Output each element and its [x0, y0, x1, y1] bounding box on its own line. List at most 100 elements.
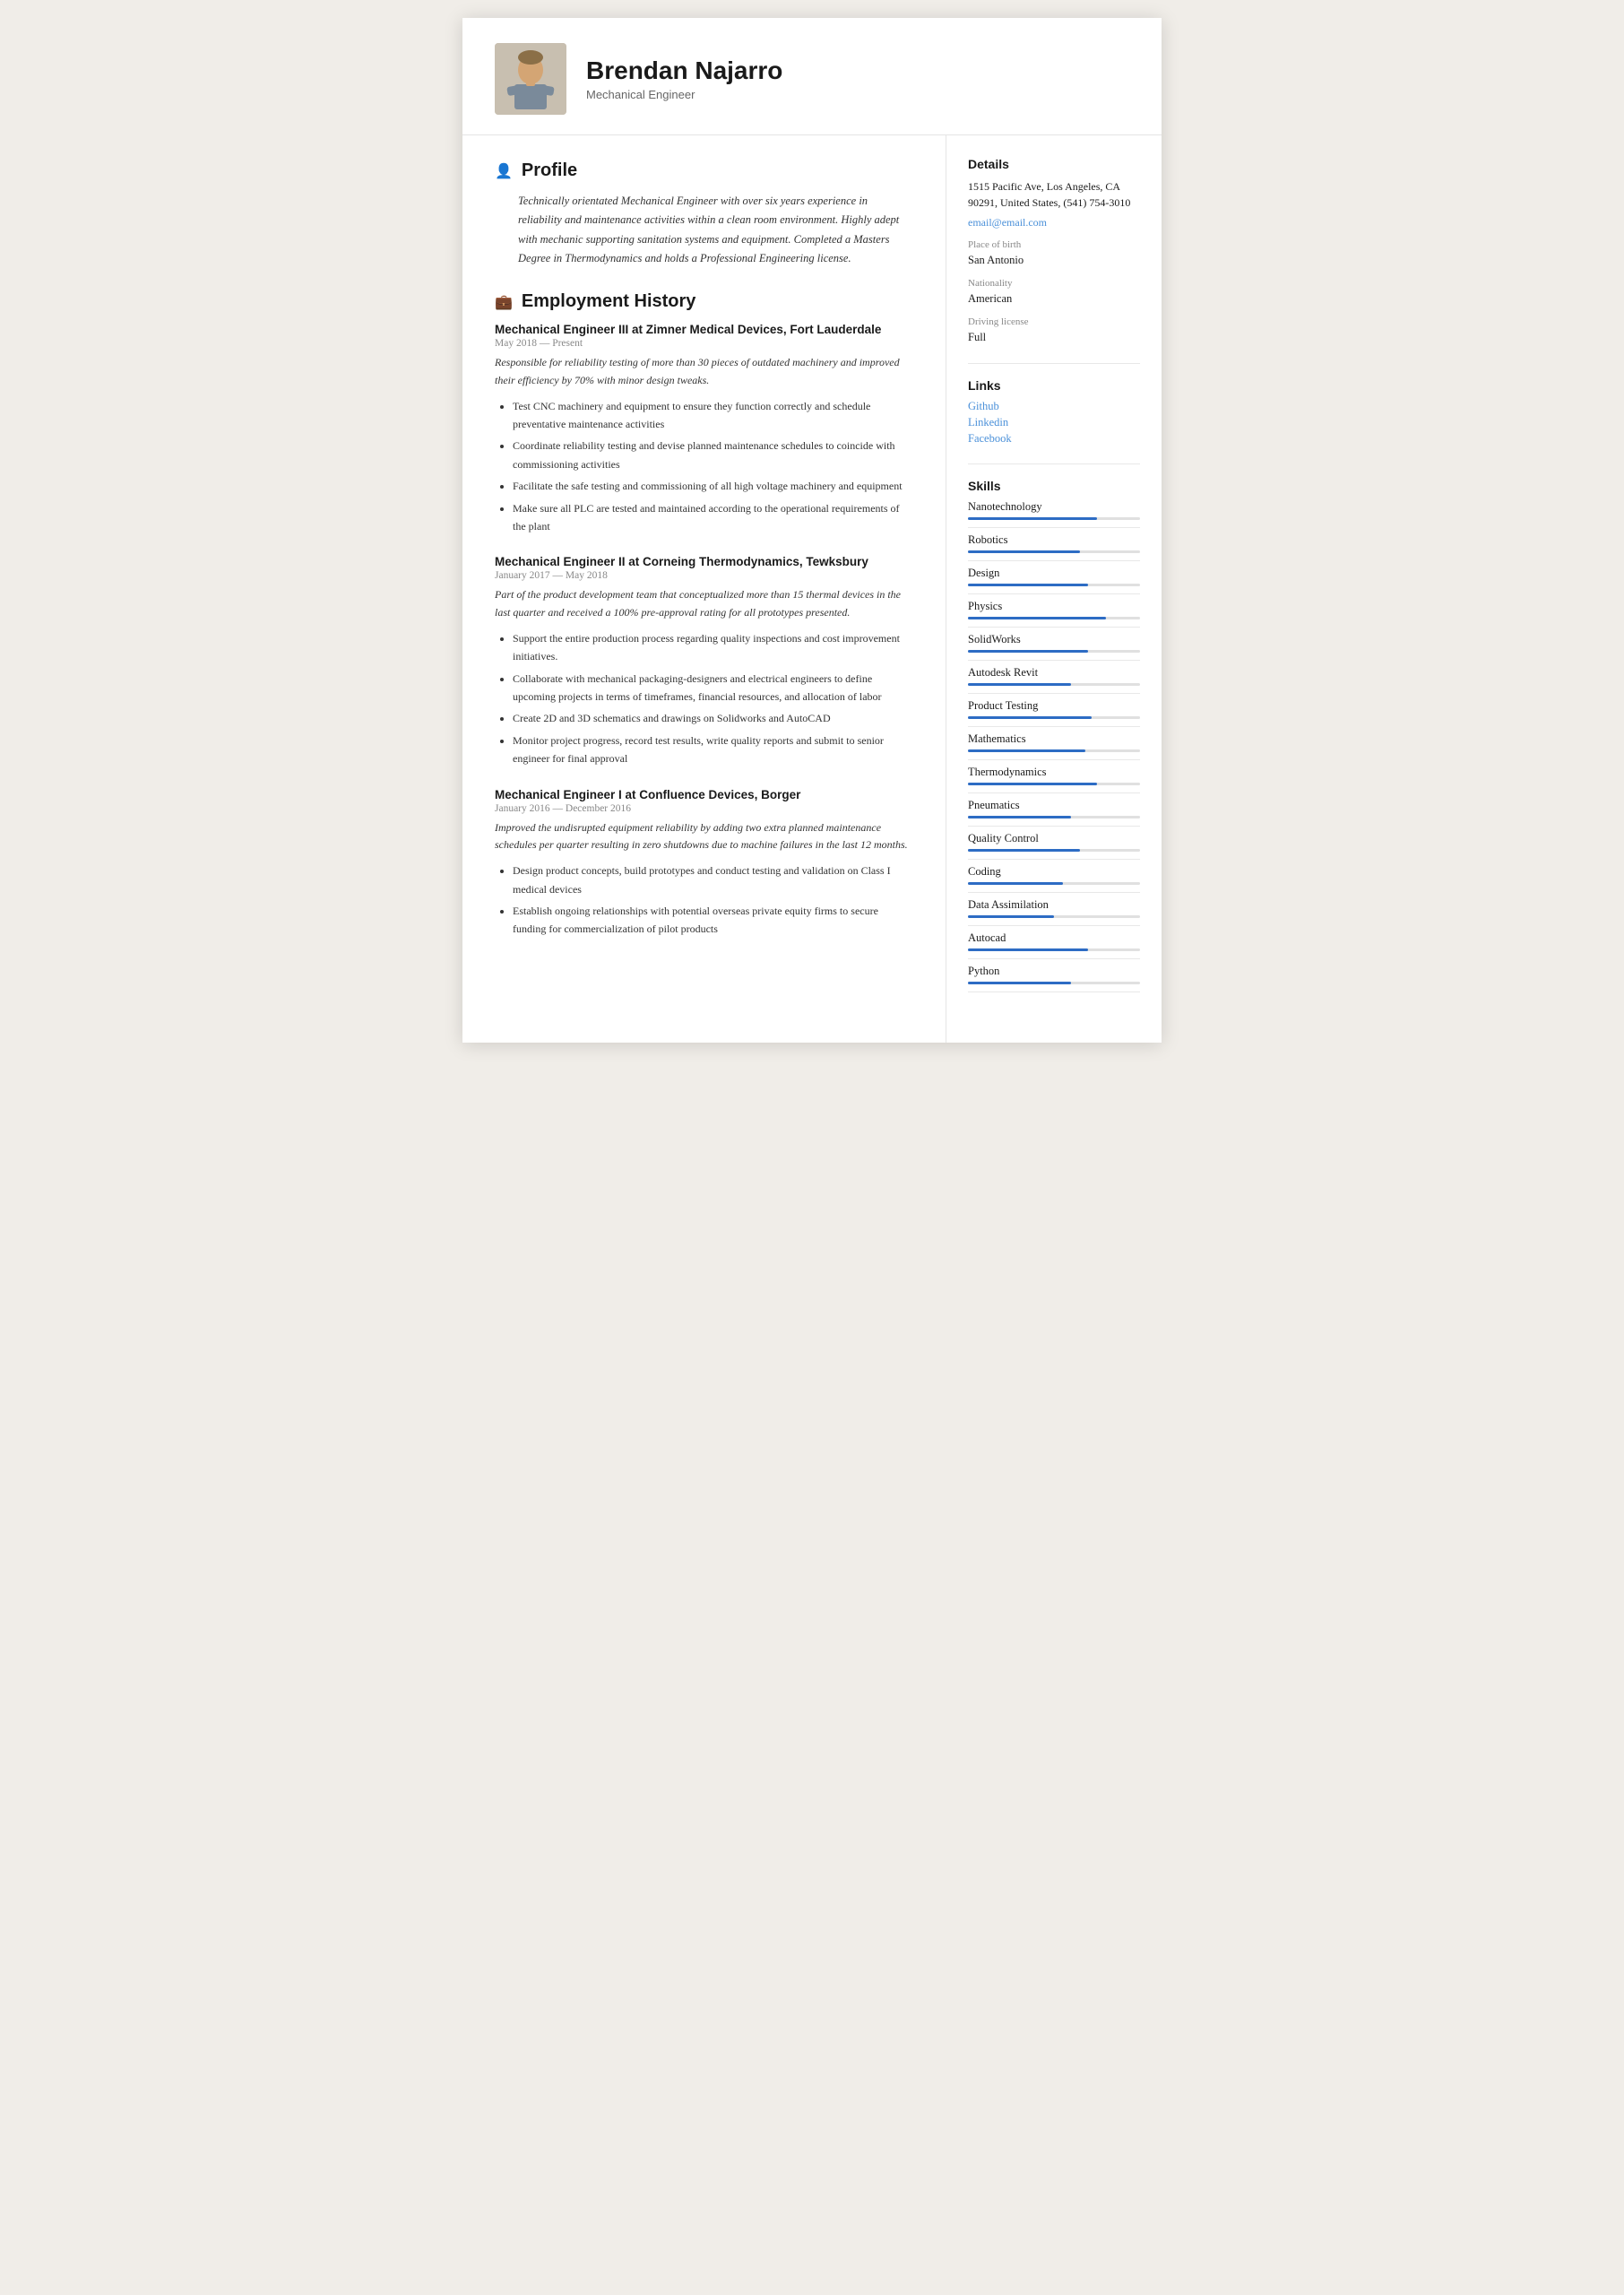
skill-bar-track — [968, 617, 1140, 619]
skill-separator — [968, 826, 1140, 827]
job-3-title: Mechanical Engineer I at Confluence Devi… — [495, 788, 913, 801]
skill-name: Coding — [968, 865, 1140, 879]
skill-name: Physics — [968, 600, 1140, 613]
job-2-dates: January 2017 — May 2018 — [495, 570, 913, 581]
list-item: Facilitate the safe testing and commissi… — [513, 477, 913, 495]
skill-bar-track — [968, 849, 1140, 852]
skill-bar-fill — [968, 915, 1054, 918]
skill-item: Nanotechnology — [968, 500, 1140, 520]
email-link[interactable]: email@email.com — [968, 216, 1047, 229]
skill-bar-track — [968, 948, 1140, 951]
avatar — [495, 43, 566, 115]
details-title: Details — [968, 157, 1140, 171]
skill-separator — [968, 660, 1140, 661]
skill-item: Product Testing — [968, 699, 1140, 719]
profile-section-header: 👤 Profile — [495, 160, 913, 181]
skill-bar-fill — [968, 783, 1097, 785]
full-name: Brendan Najarro — [586, 56, 782, 85]
header-info: Brendan Najarro Mechanical Engineer — [586, 56, 782, 101]
skill-separator — [968, 892, 1140, 893]
skill-item: Data Assimilation — [968, 898, 1140, 918]
main-content: 👤 Profile Technically orientated Mechani… — [462, 135, 1162, 1043]
links-title: Links — [968, 378, 1140, 393]
skill-bar-track — [968, 982, 1140, 984]
job-title-header: Mechanical Engineer — [586, 88, 782, 101]
skills-title: Skills — [968, 479, 1140, 493]
skill-bar-track — [968, 882, 1140, 885]
skill-separator — [968, 693, 1140, 694]
skill-name: Pneumatics — [968, 799, 1140, 812]
skill-item: Physics — [968, 600, 1140, 619]
skill-separator — [968, 859, 1140, 860]
list-item: Establish ongoing relationships with pot… — [513, 902, 913, 939]
skill-bar-fill — [968, 749, 1085, 752]
skill-name: Quality Control — [968, 832, 1140, 845]
skill-item: SolidWorks — [968, 633, 1140, 653]
skill-item: Python — [968, 965, 1140, 984]
list-item: Test CNC machinery and equipment to ensu… — [513, 397, 913, 434]
skill-name: Robotics — [968, 533, 1140, 547]
skill-item: Autodesk Revit — [968, 666, 1140, 686]
skill-separator — [968, 925, 1140, 926]
employment-title: Employment History — [522, 291, 695, 312]
link-github[interactable]: Github — [968, 400, 1140, 413]
nationality-label: Nationality — [968, 278, 1140, 289]
driving-license: Full — [968, 329, 1140, 346]
job-3-desc: Improved the undisrupted equipment relia… — [495, 819, 913, 855]
list-item: Design product concepts, build prototype… — [513, 862, 913, 898]
skill-separator — [968, 527, 1140, 528]
skill-separator — [968, 958, 1140, 959]
skill-name: Autocad — [968, 931, 1140, 945]
skill-name: Product Testing — [968, 699, 1140, 713]
skill-bar-track — [968, 650, 1140, 653]
job-2-desc: Part of the product development team tha… — [495, 586, 913, 622]
nationality: American — [968, 290, 1140, 307]
skill-bar-fill — [968, 982, 1071, 984]
list-item: Monitor project progress, record test re… — [513, 732, 913, 768]
skill-separator — [968, 759, 1140, 760]
skill-item: Design — [968, 567, 1140, 586]
skill-bar-fill — [968, 816, 1071, 818]
skill-separator — [968, 560, 1140, 561]
profile-icon: 👤 — [495, 162, 513, 180]
skill-item: Coding — [968, 865, 1140, 885]
skill-bar-fill — [968, 683, 1071, 686]
details-section: Details 1515 Pacific Ave, Los Angeles, C… — [968, 157, 1140, 345]
header-section: Brendan Najarro Mechanical Engineer — [462, 18, 1162, 135]
skill-name: Autodesk Revit — [968, 666, 1140, 680]
list-item: Make sure all PLC are tested and maintai… — [513, 499, 913, 536]
address: 1515 Pacific Ave, Los Angeles, CA 90291,… — [968, 178, 1140, 211]
skill-bar-track — [968, 517, 1140, 520]
profile-title: Profile — [522, 160, 577, 181]
skill-bar-fill — [968, 882, 1063, 885]
skill-name: Design — [968, 567, 1140, 580]
skill-name: Python — [968, 965, 1140, 978]
skill-bar-fill — [968, 617, 1106, 619]
job-3-bullets: Design product concepts, build prototype… — [495, 862, 913, 939]
job-1-bullets: Test CNC machinery and equipment to ensu… — [495, 397, 913, 536]
job-3: Mechanical Engineer I at Confluence Devi… — [495, 788, 913, 939]
list-item: Create 2D and 3D schematics and drawings… — [513, 709, 913, 727]
job-3-dates: January 2016 — December 2016 — [495, 803, 913, 814]
skill-item: Autocad — [968, 931, 1140, 951]
links-section: Links Github Linkedin Facebook — [968, 378, 1140, 446]
list-item: Support the entire production process re… — [513, 629, 913, 666]
profile-text: Technically orientated Mechanical Engine… — [495, 192, 913, 268]
link-facebook[interactable]: Facebook — [968, 432, 1140, 446]
skill-separator — [968, 593, 1140, 594]
divider-1 — [968, 363, 1140, 364]
job-2-title: Mechanical Engineer II at Corneing Therm… — [495, 555, 913, 568]
skill-bar-track — [968, 550, 1140, 553]
skill-name: Nanotechnology — [968, 500, 1140, 514]
job-2-bullets: Support the entire production process re… — [495, 629, 913, 768]
skill-bar-fill — [968, 650, 1088, 653]
job-1-desc: Responsible for reliability testing of m… — [495, 354, 913, 390]
job-1: Mechanical Engineer III at Zimner Medica… — [495, 323, 913, 535]
skill-name: SolidWorks — [968, 633, 1140, 646]
skill-name: Data Assimilation — [968, 898, 1140, 912]
divider-2 — [968, 463, 1140, 464]
link-linkedin[interactable]: Linkedin — [968, 416, 1140, 429]
job-1-title: Mechanical Engineer III at Zimner Medica… — [495, 323, 913, 336]
driving-license-label: Driving license — [968, 316, 1140, 327]
skill-bar-fill — [968, 550, 1080, 553]
